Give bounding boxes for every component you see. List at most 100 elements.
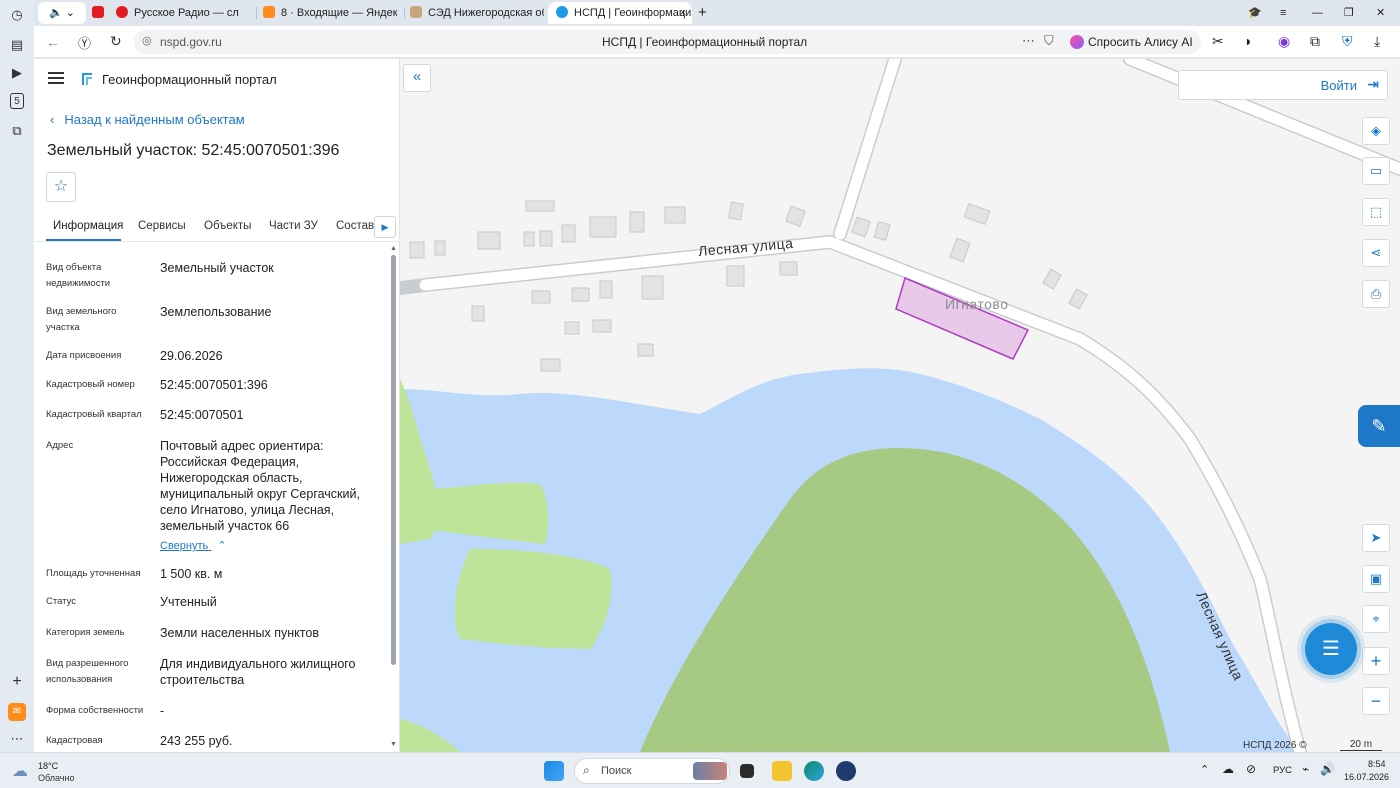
- area-select-button[interactable]: ⬚: [1362, 198, 1390, 226]
- play-icon[interactable]: ▶: [8, 64, 26, 82]
- close-window-icon[interactable]: ✕: [1376, 2, 1390, 24]
- search-location-button[interactable]: ⌖: [1362, 605, 1390, 633]
- feedback-tab[interactable]: ✎: [1358, 405, 1400, 447]
- feedback-icon: ✎: [1371, 416, 1387, 436]
- language-indicator[interactable]: РУС: [1273, 765, 1292, 776]
- collapse-panel-button[interactable]: «: [403, 64, 431, 92]
- print-button[interactable]: ⎙: [1362, 280, 1390, 308]
- graduation-icon[interactable]: 🎓: [1248, 2, 1262, 24]
- mail-icon[interactable]: ✉: [8, 703, 26, 721]
- meadow-left-bottom: [454, 549, 612, 649]
- network-status-icon[interactable]: ⌁: [1302, 762, 1309, 776]
- share-button[interactable]: ⋖: [1362, 239, 1390, 267]
- active-tab-indicator: [46, 239, 121, 241]
- tab-composition[interactable]: Состав: [336, 220, 374, 232]
- speaker-icon: 🔈: [49, 7, 63, 19]
- extension-icon[interactable]: ✂: [1212, 33, 1224, 50]
- file-explorer-icon[interactable]: [772, 761, 792, 781]
- field-label: Адрес: [46, 440, 74, 451]
- bookmark-icon[interactable]: ⛉: [1044, 33, 1054, 49]
- puzzle-icon[interactable]: ⧉: [1310, 33, 1320, 50]
- zoom-out-button[interactable]: −: [1362, 687, 1390, 715]
- yandex-browser-icon[interactable]: [836, 761, 856, 781]
- chat-button[interactable]: ☰: [1305, 623, 1357, 675]
- restore-icon[interactable]: ❐: [1344, 2, 1358, 24]
- ruler-icon: ▭: [1369, 163, 1383, 178]
- add-icon[interactable]: +: [8, 673, 26, 691]
- scroll-thumb[interactable]: [391, 255, 396, 665]
- map-canvas[interactable]: [400, 59, 1400, 752]
- field-label: Вид объекта недвижимости: [46, 262, 111, 289]
- volume-icon[interactable]: 🔊: [1320, 762, 1335, 776]
- tab-information[interactable]: Информация: [53, 220, 123, 232]
- menu-icon[interactable]: ≡: [1280, 2, 1294, 24]
- scroll-up-icon[interactable]: ▲: [390, 245, 397, 252]
- target-icon[interactable]: ◉: [1278, 33, 1290, 50]
- windows-start-icon[interactable]: [544, 761, 564, 781]
- task-view-icon[interactable]: [740, 764, 754, 778]
- tabs-next-button[interactable]: ▶: [374, 216, 396, 238]
- favorite-button[interactable]: ☆: [46, 172, 76, 202]
- taskbar-search[interactable]: ⌕ Поиск: [574, 758, 730, 784]
- scale-bar: 20 m: [1340, 740, 1382, 751]
- field-value: 1 500 кв. м: [160, 567, 223, 581]
- page-title: НСПД | Геоинформационный портал: [602, 35, 808, 49]
- locate-button[interactable]: ➤: [1362, 524, 1390, 552]
- shield-icon[interactable]: ⛨: [1342, 33, 1353, 50]
- minimap-icon: ▣: [1369, 571, 1383, 586]
- share-icon: ⋖: [1370, 245, 1382, 260]
- back-icon[interactable]: ←: [46, 34, 60, 50]
- more-options-icon[interactable]: ⋯: [1022, 33, 1035, 49]
- clock-date[interactable]: 16.07.2026: [1344, 772, 1389, 782]
- network-icon[interactable]: ⊘: [1246, 762, 1256, 776]
- minimap-button[interactable]: ▣: [1362, 565, 1390, 593]
- url-field[interactable]: ◎ nspd.gov.ru НСПД | Геоинформационный п…: [134, 30, 1094, 54]
- download-icon[interactable]: ⤓: [1374, 33, 1380, 50]
- plus-icon: +: [1370, 651, 1382, 671]
- tab-parts[interactable]: Части ЗУ: [269, 220, 318, 232]
- minimize-icon[interactable]: —: [1312, 2, 1326, 24]
- zoom-in-button[interactable]: +: [1362, 647, 1390, 675]
- reload-icon[interactable]: ↻: [110, 33, 122, 50]
- star-icon: ☆: [53, 178, 69, 195]
- back-to-results-link[interactable]: ‹ Назад к найденным объектам: [50, 112, 245, 127]
- tab-nspd[interactable]: НСПД | Геоинформаци ×: [548, 2, 692, 24]
- collections-icon[interactable]: ▤: [8, 36, 26, 54]
- ask-alice-button[interactable]: Спросить Алису AI: [1064, 30, 1201, 54]
- location-arrow-icon: ➤: [1370, 530, 1382, 545]
- cap-icon[interactable]: ◗: [1244, 33, 1252, 49]
- cloud-sync-icon[interactable]: ☁: [1222, 762, 1234, 776]
- more-icon[interactable]: ⋯: [8, 730, 26, 748]
- ruler-button[interactable]: ▭: [1362, 157, 1390, 185]
- yandex-icon[interactable]: [92, 2, 108, 24]
- scroll-down-icon[interactable]: ▼: [390, 741, 397, 748]
- chevron-up-icon[interactable]: ⌃: [1200, 763, 1209, 776]
- collapse-link[interactable]: Свернуть ⌃: [160, 539, 227, 552]
- new-tab-icon[interactable]: +: [698, 2, 714, 24]
- badge-five-icon[interactable]: 5: [10, 93, 24, 109]
- login-button[interactable]: Войти ⇥: [1178, 70, 1388, 100]
- clock-time[interactable]: 8:54: [1368, 759, 1386, 769]
- panel-scrollbar[interactable]: ▲ ▼: [389, 245, 397, 750]
- map-copyright: НСПД 2026 ©: [1243, 740, 1307, 751]
- tab-mail[interactable]: 8 · Входящие — Яндекс П: [263, 2, 397, 24]
- tab-radio[interactable]: Русское Радио — сл: [116, 2, 250, 24]
- tab-objects[interactable]: Объекты: [204, 220, 251, 232]
- history-icon[interactable]: ◷: [8, 6, 26, 24]
- minus-icon: −: [1370, 691, 1382, 711]
- field-value: 29.06.2026: [160, 349, 223, 363]
- field-label: Статус: [46, 596, 77, 607]
- audio-tab-control[interactable]: 🔈 ⌄: [38, 2, 86, 24]
- screenshot-icon[interactable]: ⧉: [8, 122, 26, 140]
- select-area-icon: ⬚: [1369, 204, 1383, 219]
- yandex-id-icon[interactable]: Ⓨ: [78, 33, 91, 52]
- tab-favicon: [263, 6, 275, 18]
- edge-icon[interactable]: [804, 761, 824, 781]
- layers-button[interactable]: ◈: [1362, 117, 1390, 145]
- close-tab-icon[interactable]: ×: [680, 2, 686, 24]
- tab-sed[interactable]: СЭД Нижегородская обл: [410, 2, 544, 24]
- map-view[interactable]: Лесная улица Лесная улица Игнатово « Вой…: [400, 59, 1400, 752]
- hamburger-menu-icon[interactable]: [48, 72, 64, 84]
- tab-services[interactable]: Сервисы: [138, 220, 186, 232]
- field-label: Вид разрешенного использования: [46, 658, 129, 685]
